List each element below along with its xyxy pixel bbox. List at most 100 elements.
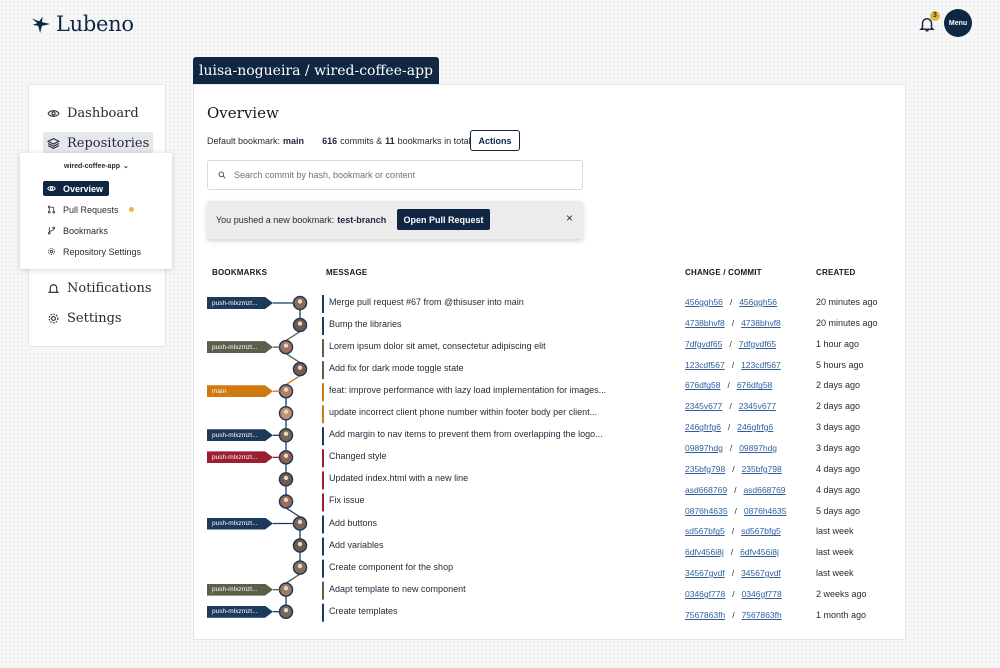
bookmark-tag[interactable]: push-mlxzmzt... bbox=[207, 341, 273, 354]
subnav-item-repository-settings[interactable]: Repository Settings bbox=[43, 244, 147, 259]
change-id-link[interactable]: 676dfg58 bbox=[685, 380, 720, 390]
change-id-link[interactable]: 7567863fh bbox=[685, 610, 725, 620]
change-id-link[interactable]: 0346gf778 bbox=[685, 589, 725, 599]
logo-text: Lubeno bbox=[56, 12, 134, 36]
message-accent-bar bbox=[322, 449, 324, 468]
commit-message[interactable]: Add fix for dark mode toggle state bbox=[329, 363, 464, 373]
commit-id-link[interactable]: 4738bhvf8 bbox=[741, 318, 781, 328]
created-time: last week bbox=[816, 568, 854, 579]
bookmark-tag[interactable]: push-mlxzmzt... bbox=[207, 451, 273, 464]
commit-message[interactable]: Merge pull request #67 from @thisuser in… bbox=[329, 297, 524, 307]
commit-message[interactable]: Add variables bbox=[329, 540, 384, 550]
bookmark-tag[interactable]: push-mlxzmzt... bbox=[207, 429, 273, 442]
separator: / bbox=[731, 568, 735, 579]
eye-icon bbox=[47, 186, 56, 191]
bookmark-tag[interactable]: main bbox=[207, 385, 273, 398]
change-id-link[interactable]: 7dfgvdf65 bbox=[685, 339, 722, 349]
change-id-link[interactable]: asd668769 bbox=[685, 485, 727, 495]
change-commit-cell: 246gfrfg6 / 246gfrfg6 bbox=[685, 422, 773, 432]
avatar-face bbox=[297, 563, 303, 569]
separator: / bbox=[732, 609, 735, 620]
commit-id-link[interactable]: 0876h4635 bbox=[744, 506, 787, 516]
logo[interactable]: Lubeno bbox=[30, 12, 134, 36]
eye-icon bbox=[47, 109, 60, 117]
commit-id-link[interactable]: 123cdf567 bbox=[741, 360, 781, 370]
commit-id-link[interactable]: 34567gvdf bbox=[741, 568, 781, 578]
change-id-link[interactable]: 6dfv456i8j bbox=[685, 547, 724, 557]
commit-message[interactable]: Bump the libraries bbox=[329, 319, 402, 329]
sidebar-item-repositories[interactable]: Repositories bbox=[43, 132, 154, 154]
menu-button[interactable]: Menu bbox=[944, 9, 972, 37]
change-commit-cell: 6dfv456i8j / 6dfv456i8j bbox=[685, 547, 779, 557]
sidebar-item-label: Notifications bbox=[67, 280, 152, 296]
commit-message[interactable]: Lorem ipsum dolor sit amet, consectetur … bbox=[329, 341, 546, 351]
subnav-item-label: Overview bbox=[63, 183, 104, 194]
commit-message[interactable]: Fix issue bbox=[329, 495, 365, 505]
commit-message[interactable]: Add buttons bbox=[329, 518, 377, 528]
commit-message[interactable]: Create templates bbox=[329, 606, 398, 616]
change-commit-cell: 456ggh56 / 456ggh56 bbox=[685, 297, 777, 307]
subnav-item-pull-requests[interactable]: Pull Requests bbox=[43, 202, 140, 217]
change-id-link[interactable]: sd567bfg5 bbox=[685, 526, 725, 536]
change-id-link[interactable]: 2345v677 bbox=[685, 401, 722, 411]
sidebar-item-label: Settings bbox=[67, 310, 122, 326]
change-id-link[interactable]: 246gfrfg6 bbox=[685, 422, 721, 432]
change-id-link[interactable]: 456ggh56 bbox=[685, 297, 723, 307]
sidebar-item-settings[interactable]: Settings bbox=[43, 307, 126, 329]
change-id-link[interactable]: 123cdf567 bbox=[685, 360, 725, 370]
change-id-link[interactable]: 34567gvdf bbox=[685, 568, 725, 578]
commit-id-link[interactable]: 235bfg798 bbox=[742, 464, 782, 474]
commit-id-link[interactable]: sd567bfg5 bbox=[741, 526, 781, 536]
commit-message[interactable]: Adapt template to new component bbox=[329, 584, 466, 594]
commit-id-link[interactable]: 246gfrfg6 bbox=[737, 422, 773, 432]
commit-id-link[interactable]: 7567863fh bbox=[742, 610, 782, 620]
commit-id-link[interactable]: 456ggh56 bbox=[739, 297, 777, 307]
separator: / bbox=[734, 505, 737, 516]
bookmark-tag[interactable]: push-mlxzmzt... bbox=[207, 297, 273, 309]
separator: / bbox=[732, 588, 735, 599]
change-id-link[interactable]: 235bfg798 bbox=[685, 464, 725, 474]
gear-icon bbox=[48, 248, 55, 255]
change-commit-cell: 7567863fh / 7567863fh bbox=[685, 610, 782, 620]
bookmark-tag[interactable]: push-mlxzmzt... bbox=[207, 517, 273, 530]
repo-select-dropdown[interactable]: wired-coffee-app ⌄ bbox=[64, 162, 129, 171]
change-id-link[interactable]: 09897hdg bbox=[685, 443, 723, 453]
message-accent-bar bbox=[322, 603, 324, 622]
commit-id-link[interactable]: 6dfv456i8j bbox=[740, 547, 779, 557]
commit-id-link[interactable]: asd668769 bbox=[743, 485, 785, 495]
separator: / bbox=[730, 547, 734, 558]
bookmark-tag[interactable]: push-mlxzmzt... bbox=[207, 605, 273, 618]
created-time: 20 minutes ago bbox=[816, 317, 878, 328]
commit-message[interactable]: feat: improve performance with lazy load… bbox=[329, 385, 606, 395]
commit-message[interactable]: Create component for the shop bbox=[329, 562, 453, 572]
created-time: last week bbox=[816, 547, 854, 558]
commit-message[interactable]: update incorrect client phone number wit… bbox=[329, 407, 597, 417]
bookmark-tag[interactable]: push-mlxzmzt... bbox=[207, 583, 273, 596]
change-commit-cell: 0346gf778 / 0346gf778 bbox=[685, 589, 782, 599]
commit-id-link[interactable]: 7dfgvdf65 bbox=[739, 339, 776, 349]
subnav-item-bookmarks[interactable]: Bookmarks bbox=[43, 223, 114, 238]
gear-icon bbox=[48, 313, 59, 323]
message-accent-bar bbox=[322, 405, 324, 424]
created-time: 20 minutes ago bbox=[816, 297, 878, 307]
separator: / bbox=[731, 359, 735, 370]
branch-icon bbox=[47, 226, 56, 235]
change-id-link[interactable]: 4738bhvf8 bbox=[685, 318, 725, 328]
commit-message[interactable]: Updated index.html with a new line bbox=[329, 473, 468, 483]
message-accent-bar bbox=[322, 427, 324, 446]
commit-message[interactable]: Changed style bbox=[329, 451, 387, 461]
repository-title: luisa-nogueira / wired-coffee-app bbox=[193, 57, 439, 84]
commit-id-link[interactable]: 0346gf778 bbox=[742, 589, 782, 599]
avatar-face bbox=[283, 585, 289, 591]
pull-request-icon bbox=[47, 205, 56, 214]
commit-id-link[interactable]: 2345v677 bbox=[739, 401, 776, 411]
sidebar-item-dashboard[interactable]: Dashboard bbox=[43, 102, 143, 124]
commit-message[interactable]: Add margin to nav items to prevent them … bbox=[329, 429, 603, 439]
sidebar-item-notifications[interactable]: Notifications bbox=[43, 277, 156, 299]
commit-id-link[interactable]: 09897hdg bbox=[739, 443, 777, 453]
change-commit-cell: asd668769 / asd668769 bbox=[685, 485, 786, 495]
subnav-item-overview[interactable]: Overview bbox=[43, 181, 110, 196]
graph-edge bbox=[285, 353, 301, 364]
commit-id-link[interactable]: 676dfg58 bbox=[737, 380, 772, 390]
change-id-link[interactable]: 0876h4635 bbox=[685, 506, 728, 516]
